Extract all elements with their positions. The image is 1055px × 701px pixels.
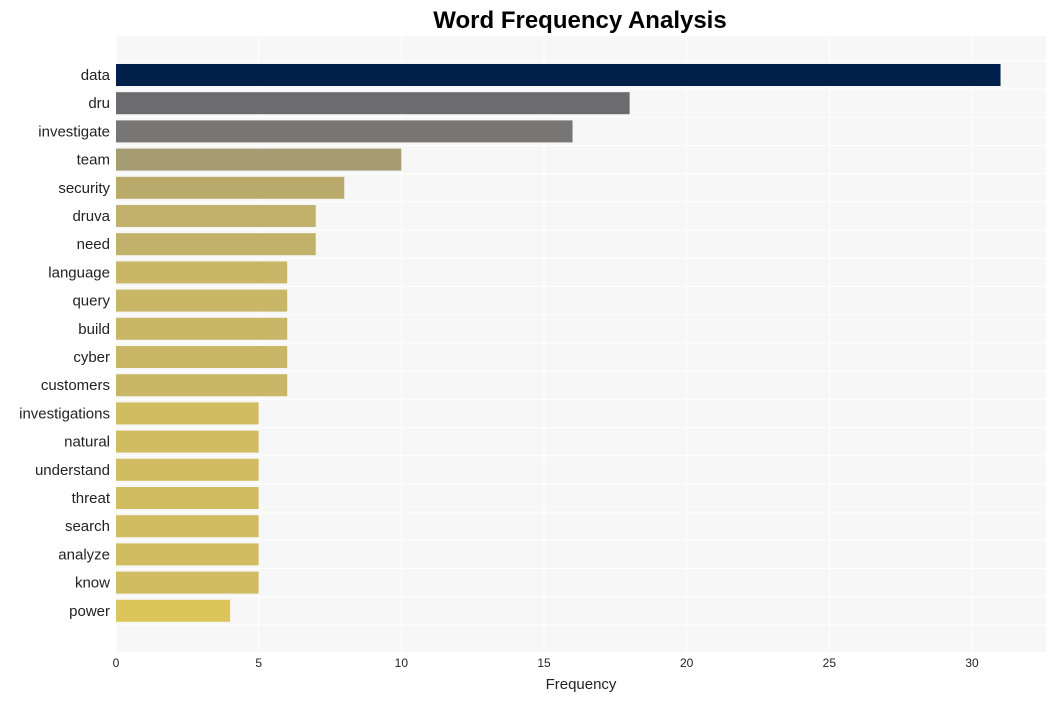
x-tick-label: 10 — [395, 656, 409, 670]
bar-know — [116, 571, 259, 594]
bar-investigations — [116, 402, 259, 425]
bar-language — [116, 261, 288, 284]
y-tick-label: customers — [41, 377, 110, 394]
y-axis-labels: data dru investigate team security druva need l… — [19, 67, 111, 620]
x-tick-label: 20 — [680, 656, 694, 670]
x-tick-label: 0 — [113, 656, 120, 670]
bar-cyber — [116, 346, 288, 368]
x-axis-ticks: 0 5 10 15 20 25 30 — [113, 656, 979, 670]
x-tick-label: 30 — [965, 656, 979, 670]
bar-threat — [116, 487, 259, 509]
y-tick-label: power — [69, 603, 110, 620]
bar-understand — [116, 458, 259, 481]
bar-dru — [116, 92, 630, 115]
bar-need — [116, 233, 316, 256]
y-tick-label: threat — [72, 490, 111, 507]
bar-druva — [116, 205, 316, 227]
bar-query — [116, 289, 288, 312]
bar-search — [116, 515, 259, 538]
bar-power — [116, 599, 231, 622]
y-tick-label: understand — [35, 462, 110, 479]
y-tick-label: natural — [64, 434, 110, 451]
y-tick-label: analyze — [58, 546, 110, 563]
y-tick-label: language — [48, 264, 110, 281]
bar-natural — [116, 430, 259, 453]
y-tick-label: build — [78, 321, 110, 338]
x-tick-label: 15 — [537, 656, 551, 670]
bar-investigate — [116, 120, 573, 143]
x-tick-label: 5 — [255, 656, 262, 670]
x-tick-label: 25 — [823, 656, 837, 670]
y-tick-label: team — [77, 152, 110, 169]
y-tick-label: know — [75, 575, 110, 592]
y-tick-label: need — [77, 236, 110, 253]
y-tick-label: investigations — [19, 405, 110, 422]
y-tick-label: investigate — [38, 123, 110, 140]
y-tick-label: cyber — [73, 349, 110, 366]
bar-data — [116, 64, 1001, 86]
bar-security — [116, 176, 345, 199]
bar-build — [116, 317, 288, 340]
y-tick-label: search — [65, 518, 110, 535]
y-tick-label: dru — [88, 95, 110, 112]
y-tick-label: query — [72, 293, 110, 310]
chart-title: Word Frequency Analysis — [433, 7, 726, 34]
y-tick-label: security — [58, 180, 110, 197]
y-tick-label: data — [81, 67, 111, 84]
word-frequency-chart: Word Frequency Analysis data dru investiga… — [19, 7, 1046, 693]
bar-customers — [116, 374, 288, 397]
bar-analyze — [116, 543, 259, 566]
y-tick-label: druva — [72, 208, 110, 225]
bar-team — [116, 148, 402, 171]
x-axis-label: Frequency — [546, 676, 617, 693]
